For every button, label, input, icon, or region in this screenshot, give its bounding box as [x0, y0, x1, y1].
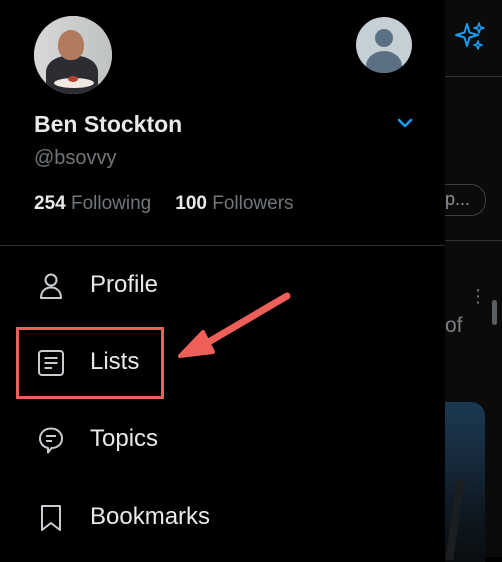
following-link[interactable]: 254 Following — [34, 193, 151, 214]
following-label: Following — [70, 193, 152, 214]
following-count: 254 — [34, 193, 66, 214]
timeline-peek: p... ⋮ of — [445, 0, 502, 562]
account-switcher-avatar[interactable] — [356, 17, 412, 73]
chevron-down-icon[interactable] — [396, 116, 414, 130]
menu-item-bookmarks[interactable]: Bookmarks — [0, 489, 445, 549]
bookmark-icon — [41, 505, 61, 531]
avatar[interactable] — [34, 16, 112, 94]
peek-divider — [445, 240, 502, 241]
followers-count: 100 — [175, 193, 207, 214]
follow-stats: 254 Following 100 Followers — [34, 193, 294, 215]
peek-text: of — [445, 314, 463, 337]
followers-label: Followers — [212, 193, 294, 214]
scrollbar — [492, 300, 497, 325]
divider — [0, 245, 445, 246]
menu-item-topics[interactable]: Topics — [0, 411, 445, 471]
more-options-icon: ⋮ — [469, 286, 487, 306]
sparkle-icon[interactable] — [453, 20, 487, 54]
peek-pill: p... — [445, 184, 486, 216]
menu-item-label: Profile — [90, 271, 159, 298]
followers-link[interactable]: 100 Followers — [175, 193, 293, 214]
timeline-header — [445, 0, 502, 77]
topic-icon — [39, 427, 63, 454]
peek-image — [445, 402, 485, 562]
profile-handle: @bsovvy — [34, 147, 117, 169]
menu-item-label: Bookmarks — [90, 503, 211, 530]
menu-item-label: Topics — [90, 425, 159, 452]
person-icon — [40, 273, 62, 299]
navigation-drawer: Ben Stockton @bsovvy 254 Following 100 Fo… — [0, 0, 445, 557]
profile-name: Ben Stockton — [34, 111, 183, 137]
menu-item-profile[interactable]: Profile — [0, 257, 445, 317]
highlight-box — [16, 327, 164, 399]
